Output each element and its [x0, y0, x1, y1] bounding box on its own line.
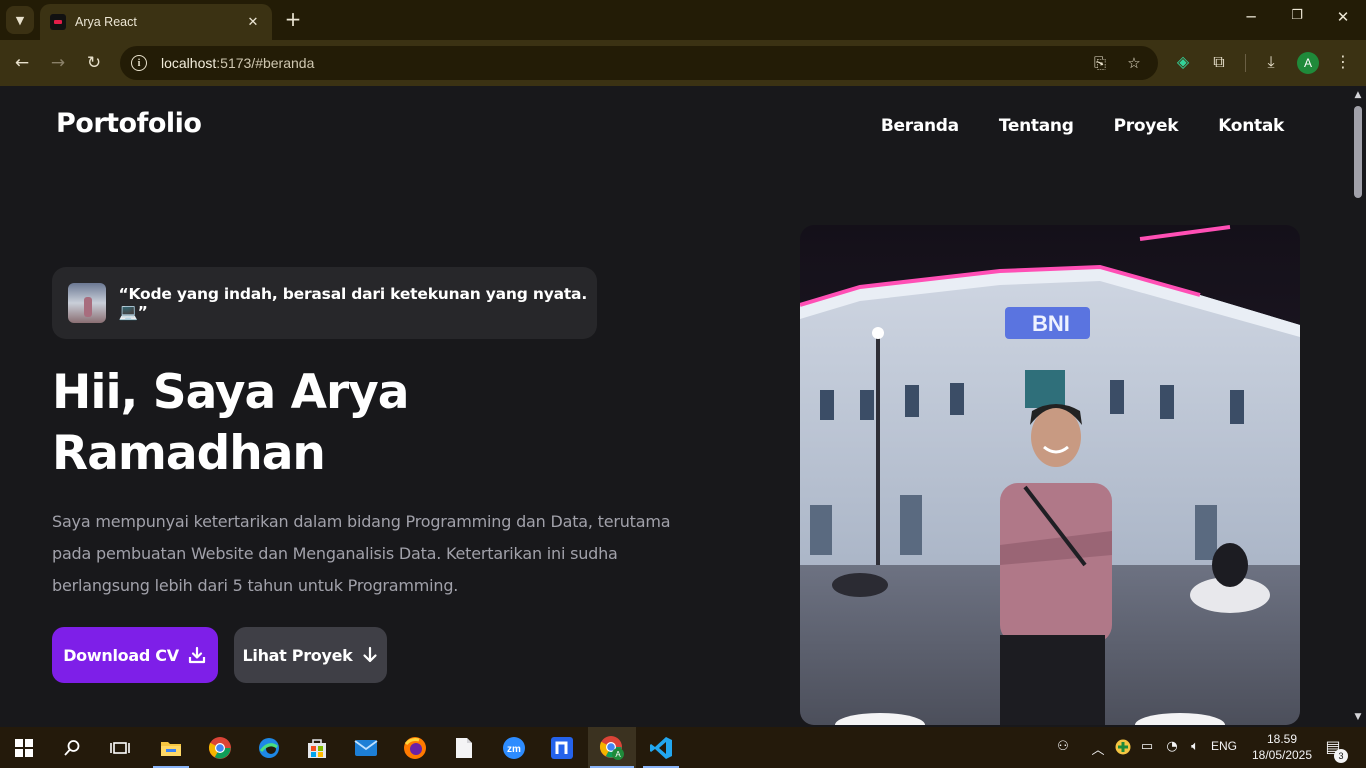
- vscode-icon: [650, 736, 672, 759]
- zoom-icon: zm: [503, 736, 525, 759]
- extensions-puzzle-icon[interactable]: ⧉: [1208, 52, 1230, 72]
- svg-text:zm: zm: [507, 744, 521, 755]
- site-logo[interactable]: Portofolio: [56, 108, 202, 139]
- bookmark-star-icon[interactable]: ☆: [1124, 54, 1144, 72]
- photo-sign-text: BNI: [1032, 311, 1070, 336]
- hero-title: Hii, Saya Arya Ramadhan: [52, 362, 712, 484]
- search-button[interactable]: [48, 727, 96, 768]
- browser-toolbar: ← → ↻ i localhost:5173/#beranda ⎘ ☆ ◈ ⧉ …: [0, 40, 1366, 86]
- portfolio-page: Portofolio Beranda Tentang Proyek Kontak…: [0, 86, 1350, 727]
- nav-beranda[interactable]: Beranda: [881, 116, 959, 136]
- taskbar-vscode[interactable]: [637, 727, 685, 768]
- view-projects-label: Lihat Proyek: [242, 645, 353, 665]
- chrome-profile-icon: A: [599, 735, 624, 760]
- n-app-icon: [551, 736, 573, 759]
- new-tab-button[interactable]: +: [282, 8, 304, 30]
- nav-tentang[interactable]: Tentang: [999, 116, 1074, 136]
- browser-menu-icon[interactable]: ⋮: [1332, 52, 1354, 71]
- mail-icon: [354, 739, 378, 756]
- browser-tab-active[interactable]: Arya React ✕: [40, 4, 272, 40]
- store-icon: [308, 738, 326, 758]
- folder-icon: [161, 741, 181, 756]
- clock-date: 18/05/2025: [1251, 748, 1313, 762]
- taskbar-chrome-active[interactable]: A: [588, 727, 636, 768]
- profile-avatar[interactable]: A: [1297, 52, 1319, 74]
- close-window-button[interactable]: ✕: [1328, 8, 1358, 26]
- tab-favicon-icon: [50, 14, 66, 30]
- taskbar-mail[interactable]: [342, 727, 390, 768]
- taskbar-file-explorer[interactable]: [147, 727, 195, 768]
- notification-count-badge: 3: [1334, 749, 1348, 763]
- taskbar-chrome[interactable]: [196, 727, 244, 768]
- task-view-icon: [110, 741, 130, 754]
- quote-card: “Kode yang indah, berasal dari ketekunan…: [52, 267, 597, 339]
- download-cv-button[interactable]: Download CV: [52, 627, 218, 683]
- back-button[interactable]: ←: [10, 51, 34, 75]
- forward-button[interactable]: →: [46, 51, 70, 75]
- minimize-window-button[interactable]: ─: [1236, 8, 1266, 26]
- url-text[interactable]: localhost:5173/#beranda: [161, 55, 314, 71]
- tab-title: Arya React: [75, 15, 137, 29]
- taskbar-ms-store[interactable]: [293, 727, 341, 768]
- toolbar-divider: [1245, 54, 1246, 72]
- app-tray-icon[interactable]: [1114, 739, 1132, 759]
- extension-eye-icon[interactable]: ◈: [1172, 52, 1194, 71]
- reload-button[interactable]: ↻: [82, 51, 106, 75]
- main-nav: Beranda Tentang Proyek Kontak: [881, 116, 1284, 136]
- language-indicator[interactable]: ENG: [1210, 739, 1238, 753]
- profile-photo: BNI: [800, 225, 1300, 725]
- windows-logo-icon: [15, 738, 33, 757]
- taskbar-n-app[interactable]: [538, 727, 586, 768]
- site-info-icon[interactable]: i: [131, 55, 147, 71]
- close-tab-icon[interactable]: ✕: [244, 15, 262, 30]
- wifi-icon[interactable]: ◔: [1162, 739, 1182, 754]
- chevron-down-icon: ▼: [15, 13, 25, 27]
- taskbar-firefox[interactable]: [391, 727, 439, 768]
- clock-time: 18.59: [1266, 732, 1298, 746]
- system-clock[interactable]: 18.59 18/05/2025: [1250, 731, 1314, 763]
- green-plus-icon: [1115, 739, 1131, 755]
- download-icon: [188, 646, 205, 664]
- nav-kontak[interactable]: Kontak: [1218, 116, 1284, 136]
- taskbar-zoom[interactable]: zm: [490, 727, 538, 768]
- people-icon[interactable]: ⚇: [1053, 739, 1073, 754]
- tab-search-button[interactable]: ▼: [6, 6, 34, 34]
- taskbar-edge[interactable]: [245, 727, 293, 768]
- translate-icon[interactable]: ⎘: [1090, 54, 1110, 72]
- quote-avatar: [68, 283, 107, 323]
- task-view-button[interactable]: [96, 727, 144, 768]
- browser-tab-bar: ▼ Arya React ✕ + ─ ❐ ✕: [0, 0, 1366, 40]
- address-bar[interactable]: i localhost:5173/#beranda ⎘ ☆: [120, 46, 1158, 80]
- scroll-up-arrow-icon[interactable]: ▲: [1353, 90, 1363, 100]
- windows-taskbar: zm A ⚇ ︿ ▭ ◔ 🔈︎ ENG 18.59 18/05/2025 ▤ 3: [0, 727, 1366, 768]
- start-button[interactable]: [0, 727, 48, 768]
- show-hidden-icons-chevron-icon[interactable]: ︿: [1090, 739, 1106, 758]
- svg-text:A: A: [615, 750, 621, 759]
- chrome-icon: [208, 736, 231, 759]
- scrollbar-thumb[interactable]: [1354, 106, 1362, 198]
- view-projects-button[interactable]: Lihat Proyek: [234, 627, 387, 683]
- taskbar-notepad[interactable]: [440, 727, 488, 768]
- document-icon: [456, 737, 472, 758]
- page-scrollbar[interactable]: ▲ ▼: [1350, 86, 1366, 727]
- arrow-down-icon: [362, 646, 377, 663]
- hero-description: Saya mempunyai ketertarikan dalam bidang…: [52, 512, 671, 595]
- hero-title-line1: Hii, Saya Arya: [52, 365, 410, 420]
- download-icon[interactable]: ⤓: [1260, 52, 1282, 72]
- quote-text: “Kode yang indah, berasal dari ketekunan…: [118, 285, 588, 321]
- restore-window-button[interactable]: ❐: [1282, 8, 1312, 23]
- scroll-down-arrow-icon[interactable]: ▼: [1353, 712, 1363, 722]
- search-icon: [64, 739, 80, 756]
- hero-title-line2: Ramadhan: [52, 426, 326, 481]
- nav-proyek[interactable]: Proyek: [1114, 116, 1179, 136]
- edge-icon: [259, 737, 279, 758]
- volume-icon[interactable]: 🔈︎: [1186, 739, 1204, 754]
- download-cv-label: Download CV: [63, 645, 179, 665]
- battery-icon[interactable]: ▭: [1138, 739, 1156, 754]
- firefox-icon: [404, 736, 426, 759]
